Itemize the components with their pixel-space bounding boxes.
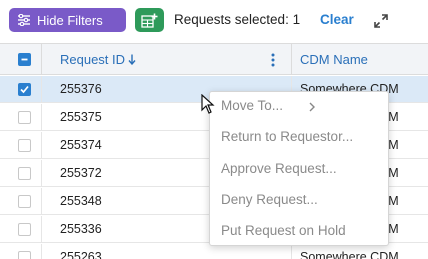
toolbar: Hide Filters Requests selected: 1 Clear <box>0 0 428 42</box>
column-divider <box>291 244 292 259</box>
column-divider <box>41 76 42 103</box>
column-divider <box>41 44 42 75</box>
hide-filters-button[interactable]: Hide Filters <box>9 8 126 32</box>
menu-item-put-on-hold[interactable]: Put Request on Hold <box>221 223 346 238</box>
row-checkbox[interactable] <box>18 167 31 180</box>
sort-descending-icon[interactable] <box>128 54 136 65</box>
requests-selected-label: Requests selected: 1 <box>174 12 301 27</box>
menu-item-deny-request[interactable]: Deny Request... <box>221 192 318 207</box>
request-id-cell: 255263 <box>60 250 102 259</box>
row-checkbox[interactable] <box>18 223 31 236</box>
chevron-right-icon <box>309 102 315 112</box>
request-id-cell: 255372 <box>60 166 102 180</box>
request-id-cell: 255375 <box>60 110 102 124</box>
menu-item-move-to[interactable]: Move To... <box>221 98 283 113</box>
clear-selection-link[interactable]: Clear <box>320 12 354 27</box>
add-to-table-button[interactable] <box>135 8 164 32</box>
request-id-cell: 255376 <box>60 82 102 96</box>
row-checkbox[interactable] <box>18 83 31 96</box>
context-menu: Move To... Return to Requestor... Approv… <box>209 91 389 246</box>
cdm-name-cell: Somewhere CDM <box>300 250 399 259</box>
grid-header: Request ID CDM Name <box>0 44 428 75</box>
check-icon <box>20 85 29 94</box>
row-checkbox[interactable] <box>18 111 31 124</box>
menu-item-approve-request[interactable]: Approve Request... <box>221 161 337 176</box>
request-id-cell: 255336 <box>60 222 102 236</box>
column-divider <box>41 188 42 215</box>
table-row[interactable]: 255263 Somewhere CDM <box>0 244 428 259</box>
row-checkbox[interactable] <box>18 251 31 259</box>
filter-sliders-icon <box>18 14 30 26</box>
request-id-cell: 255374 <box>60 138 102 152</box>
column-divider <box>291 44 292 75</box>
table-add-icon <box>141 13 158 28</box>
expand-icon[interactable] <box>372 12 390 30</box>
hide-filters-label: Hide Filters <box>37 12 103 28</box>
column-divider <box>41 216 42 243</box>
indeterminate-icon <box>21 58 28 61</box>
column-menu-icon[interactable] <box>270 52 276 68</box>
row-checkbox[interactable] <box>18 139 31 152</box>
column-divider <box>41 244 42 259</box>
column-header-request-id[interactable]: Request ID <box>60 52 125 67</box>
column-divider <box>41 160 42 187</box>
column-header-cdm-name[interactable]: CDM Name <box>300 52 368 67</box>
request-id-cell: 255348 <box>60 194 102 208</box>
menu-item-return-to-requestor[interactable]: Return to Requestor... <box>221 129 353 144</box>
row-checkbox[interactable] <box>18 195 31 208</box>
column-divider <box>41 132 42 159</box>
column-divider <box>41 104 42 131</box>
select-all-checkbox[interactable] <box>18 53 31 66</box>
